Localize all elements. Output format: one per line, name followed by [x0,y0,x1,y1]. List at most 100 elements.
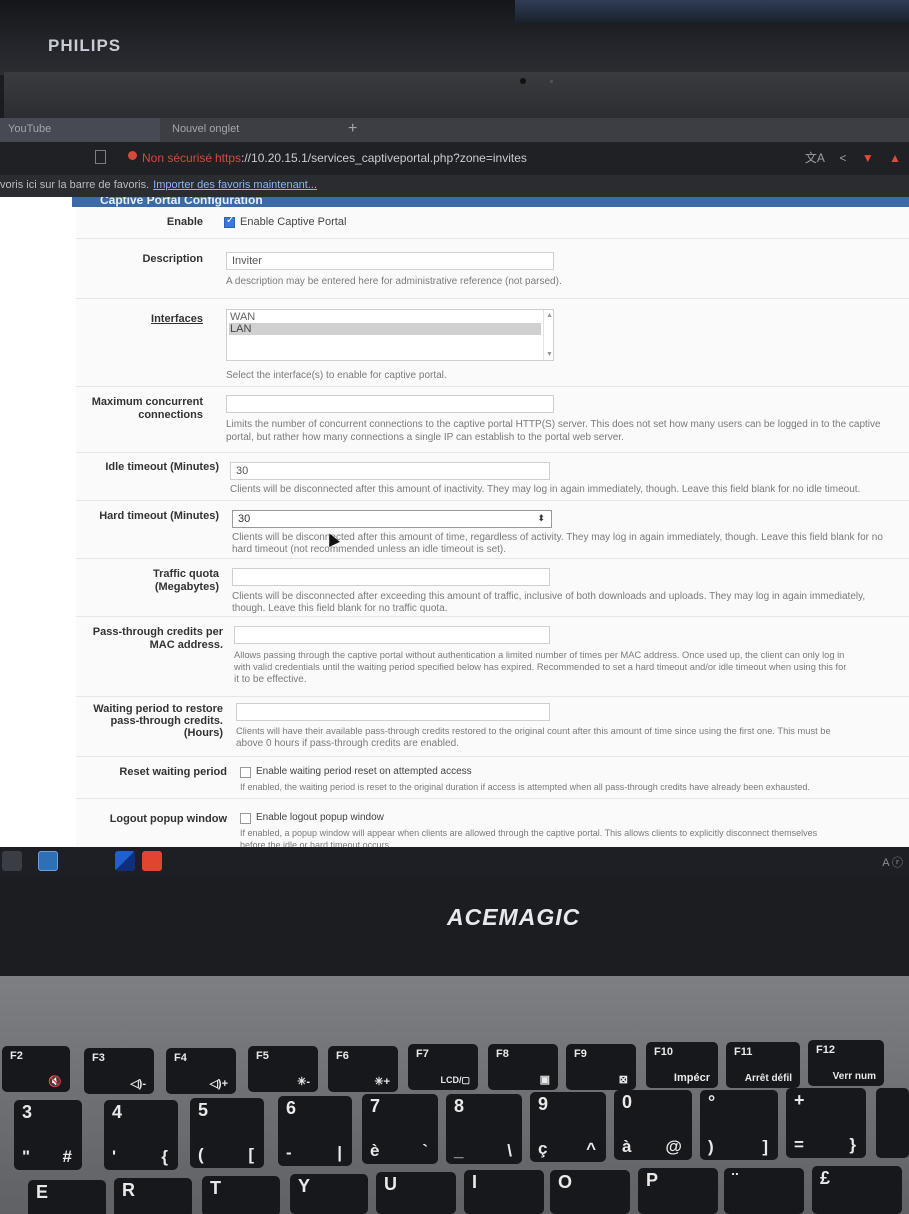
key-degree[interactable]: °)] [700,1090,778,1160]
key-6[interactable]: 6 - | [278,1096,352,1166]
key-f8[interactable]: F8 ▣ [488,1044,558,1090]
key-primary-label: + [794,1090,805,1110]
passthrough-label-1: Pass-through credits per [92,626,223,638]
enable-checkbox-label[interactable]: Enable Captive Portal [240,216,346,228]
background-monitor-screen [515,0,909,22]
key-secondary-label: = [794,1135,804,1154]
key-primary-label: 5 [198,1100,209,1120]
description-input[interactable]: Inviter [226,252,554,270]
brave-browser-icon[interactable] [142,851,162,871]
key-diaeresis[interactable]: ¨ [724,1168,804,1214]
key-y[interactable]: Y [290,1174,368,1214]
tab-youtube[interactable]: YouTube [0,118,160,142]
import-bookmarks-link[interactable]: Importer des favoris maintenant... [153,179,317,191]
key-plus[interactable]: + =} [786,1088,866,1158]
key-f4[interactable]: F4 ◁)+ [166,1048,236,1094]
key-u[interactable]: U [376,1172,456,1214]
hard-timeout-select[interactable]: 30 ⬍ [232,510,552,528]
key-f9[interactable]: F9 ⊠ [566,1044,636,1090]
brave-rewards-icon[interactable]: ▲ [889,151,901,165]
key-alt-label: ] [762,1137,768,1156]
key-9[interactable]: 9 ç ^ [530,1092,606,1162]
key-pound[interactable]: £ [812,1166,902,1214]
key-f5[interactable]: F5 ✳- [248,1046,318,1092]
enable-checkbox[interactable] [224,215,235,228]
key-i[interactable]: I [464,1170,544,1214]
tab-label: YouTube [8,123,52,135]
row-enable: Enable Enable Captive Portal [76,207,909,239]
key-0[interactable]: 0 à @ [614,1090,692,1160]
key-8[interactable]: 8 _ \ [446,1094,522,1164]
key-f10[interactable]: F10 Impécr [646,1042,718,1088]
key-e[interactable]: E [28,1180,106,1214]
reset-waiting-checkbox[interactable] [240,767,251,778]
waiting-period-input[interactable] [236,703,550,721]
security-label[interactable]: Non sécurisé [142,151,212,165]
max-connections-help-1: Limits the number of concurrent connecti… [226,419,881,430]
scroll-down-icon[interactable]: ▼ [546,351,553,358]
scroll-up-icon[interactable]: ▲ [546,312,553,319]
traffic-quota-input[interactable] [232,568,550,586]
key-5[interactable]: 5 ([ [190,1098,264,1168]
interfaces-help: Select the interface(s) to enable for ca… [226,370,447,381]
key-3[interactable]: 3 " # [14,1100,82,1170]
key-f6[interactable]: F6 ✳+ [328,1046,398,1092]
key-secondary-label: ç [538,1139,548,1158]
bookmark-icon[interactable] [95,150,106,164]
app-launcher-icon[interactable] [38,851,58,871]
key-o[interactable]: O [550,1170,630,1214]
logout-popup-checkbox[interactable] [240,813,251,824]
reset-waiting-checkbox-label[interactable]: Enable waiting period reset on attempted… [256,766,472,777]
idle-timeout-help: Clients will be disconnected after this … [230,484,861,495]
volume-up-icon: ◁)+ [209,1078,228,1090]
key-alt-label: @ [665,1137,682,1156]
row-reset-waiting: Reset waiting period Enable waiting peri… [76,757,909,799]
volume-down-icon: ◁)- [130,1078,146,1090]
key-f3[interactable]: F3 ◁)- [84,1048,154,1094]
address-bar[interactable]: Non sécurisé https://10.20.15.1/services… [0,142,909,175]
row-logout-popup: Logout popup window Enable logout popup … [76,799,909,847]
tab-label: Nouvel onglet [172,123,240,135]
translate-icon[interactable]: 文A [805,151,824,165]
interface-option-wan[interactable]: WAN [229,311,541,323]
system-tray[interactable]: A ⓡ [882,854,903,870]
key-primary-label: T [210,1178,221,1198]
share-icon[interactable]: < [840,151,847,165]
key-primary-label: P [646,1170,659,1190]
key-backspace[interactable] [876,1088,909,1158]
key-primary-label: 9 [538,1094,549,1114]
key-f11[interactable]: F11 Arrêt défil [726,1042,800,1088]
bookmarks-hint: voris ici sur la barre de favoris. Import… [0,179,317,191]
key-7[interactable]: 7 è ` [362,1094,438,1164]
key-f7[interactable]: F7 LCD/▢ [408,1044,478,1090]
interfaces-listbox[interactable]: WAN LAN ▲ ▼ [226,309,554,361]
web-page: Captive Portal Configuration Enable Enab… [0,197,909,847]
hard-timeout-value: 30 [238,513,251,525]
key-primary-label: ° [708,1092,716,1112]
key-p[interactable]: P [638,1168,718,1214]
logout-popup-label: Logout popup window [109,813,227,825]
idle-timeout-input[interactable]: 30 [230,462,550,480]
new-tab-button[interactable]: + [348,120,357,138]
max-connections-input[interactable] [226,395,554,413]
key-4[interactable]: 4 ' { [104,1100,178,1170]
hard-timeout-label: Hard timeout (Minutes) [99,510,219,522]
logout-popup-checkbox-label[interactable]: Enable logout popup window [256,812,384,823]
browser-tab-bar: YouTube Nouvel onglet + [0,118,909,142]
start-menu-icon[interactable] [2,851,22,871]
row-max-connections: Maximum concurrent connections Limits th… [76,387,909,453]
key-primary-label: E [36,1182,49,1202]
listbox-scrollbar[interactable]: ▲ ▼ [543,310,553,360]
key-secondary-label: ( [198,1145,204,1164]
key-r[interactable]: R [114,1178,192,1214]
passthrough-input[interactable] [234,626,550,644]
key-t[interactable]: T [202,1176,280,1214]
key-f12[interactable]: F12 Verr num [808,1040,884,1086]
row-interfaces: Interfaces WAN LAN ▲ ▼ Select the interf… [76,299,909,387]
key-alt-label: \ [507,1141,512,1160]
key-f2[interactable]: F2 🔇 [2,1046,70,1092]
files-app-icon[interactable] [115,851,135,871]
key-secondary-label: " [22,1147,31,1166]
brave-shield-icon[interactable]: ▼ [862,151,874,165]
interface-option-lan[interactable]: LAN [229,323,541,335]
